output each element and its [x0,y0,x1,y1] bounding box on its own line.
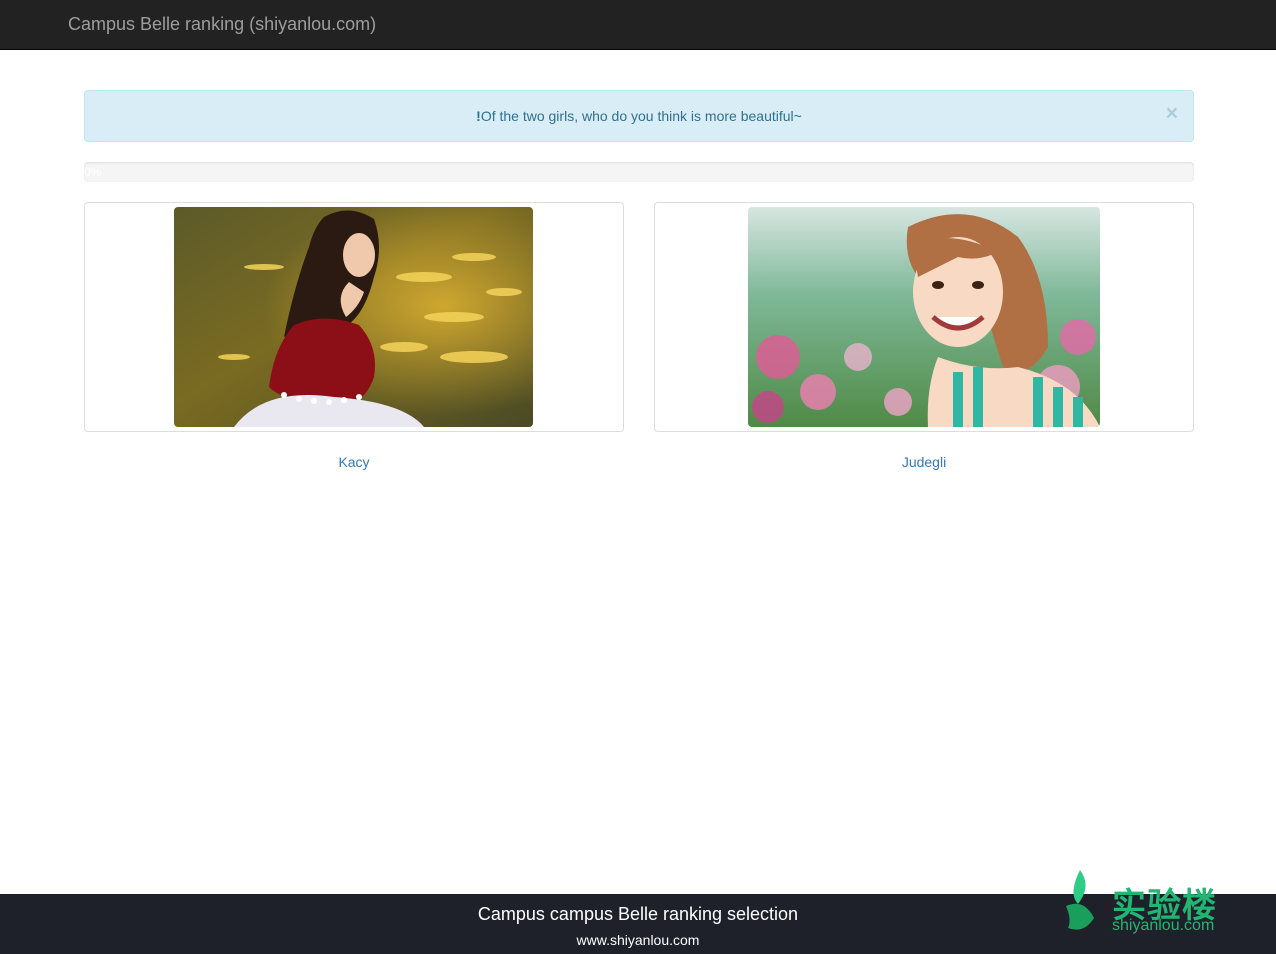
close-icon[interactable]: × [1166,91,1178,137]
shiyanlou-logo: 实验楼 shiyanlou.com [1058,868,1238,940]
logo-domain-text: shiyanlou.com [1112,917,1215,934]
info-alert: !Of the two girls, who do you think is m… [84,90,1194,142]
progress-label: 0% [84,165,102,179]
progress-bar: 0% [84,162,1194,182]
brand-link[interactable]: Campus Belle ranking (shiyanlou.com) [68,14,376,35]
candidate-thumbnail-left[interactable] [84,202,624,432]
alert-message: Of the two girls, who do you think is mo… [480,108,802,124]
navbar: Campus Belle ranking (shiyanlou.com) [0,0,1276,50]
candidate-photo-right[interactable] [748,207,1100,427]
candidate-thumbnail-right[interactable] [654,202,1194,432]
leaf-logo-icon [1066,870,1094,930]
candidate-name-left[interactable]: Kacy [84,454,624,470]
candidate-photo-left[interactable] [174,207,533,427]
candidate-name-right[interactable]: Judegli [654,454,1194,470]
